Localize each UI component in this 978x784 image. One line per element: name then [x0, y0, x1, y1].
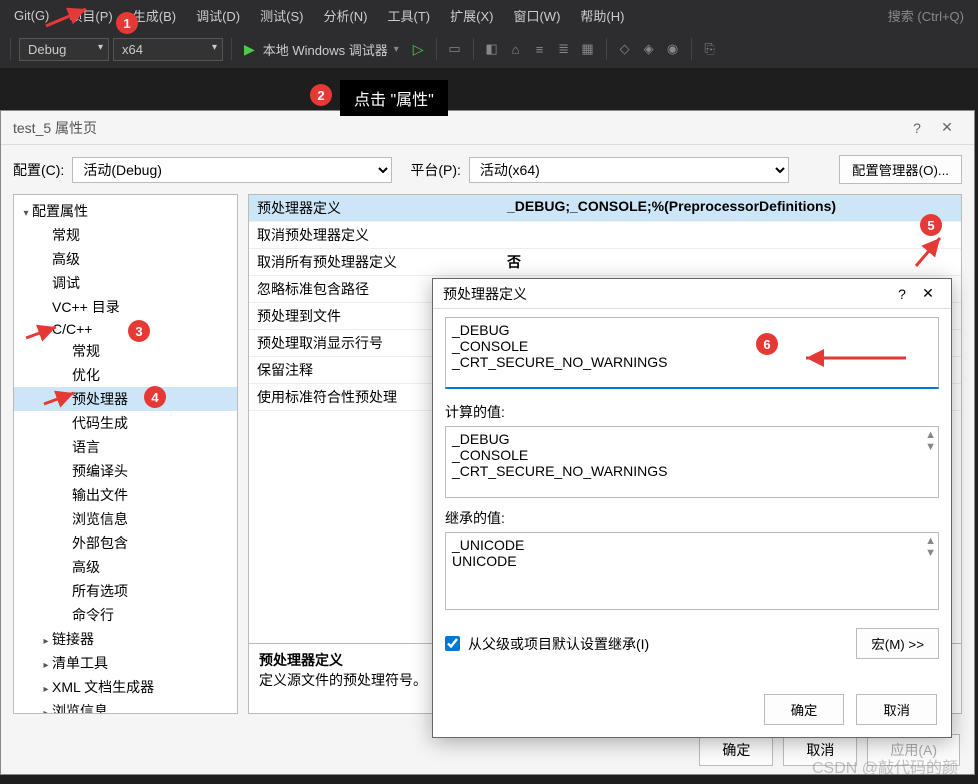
tree-item[interactable]: 外部包含	[14, 531, 237, 555]
tree-item[interactable]: 预编译头	[14, 459, 237, 483]
menubar: Git(G) 项目(P) 生成(B) 调试(D) 测试(S) 分析(N) 工具(…	[0, 0, 978, 30]
macro-button[interactable]: 宏(M) >>	[856, 628, 939, 659]
tree-item[interactable]: 所有选项	[14, 579, 237, 603]
computed-listbox: _DEBUG _CONSOLE _CRT_SECURE_NO_WARNINGS▲…	[445, 426, 939, 498]
tool-icon-9[interactable]: ◉	[663, 39, 683, 59]
tree-item[interactable]: ▸浏览信息	[14, 699, 237, 714]
config-label: 配置(C):	[13, 160, 64, 180]
tree-item[interactable]: 命令行	[14, 603, 237, 627]
tree-item[interactable]: 常规	[14, 223, 237, 247]
tree-item[interactable]: 优化	[14, 363, 237, 387]
tool-icon-8[interactable]: ◈	[639, 39, 659, 59]
grid-row[interactable]: 预处理器定义_DEBUG;_CONSOLE;%(PreprocessorDefi…	[249, 195, 961, 222]
inherit-checkbox[interactable]	[445, 636, 460, 651]
arrow-5	[910, 232, 950, 272]
config-dropdown[interactable]: Debug	[19, 38, 109, 61]
platform-select[interactable]: 活动(x64)	[469, 157, 789, 183]
computed-label: 计算的值:	[445, 402, 939, 422]
inherit-label: 从父级或项目默认设置继承(I)	[468, 634, 649, 654]
editor-help-button[interactable]: ?	[889, 286, 915, 302]
tree-item[interactable]: 高级	[14, 555, 237, 579]
config-manager-button[interactable]: 配置管理器(O)...	[839, 155, 962, 184]
editor-ok-button[interactable]: 确定	[764, 694, 845, 725]
chevron-down-icon[interactable]: ▾	[392, 44, 401, 55]
tree-item[interactable]: 输出文件	[14, 483, 237, 507]
arrow-6	[800, 348, 910, 368]
toolbar: Debug x64 ▶ 本地 Windows 调试器 ▾ ▷ ▭ ◧ ⌂ ≡ ≣…	[0, 30, 978, 68]
tool-icon-5[interactable]: ≣	[554, 39, 574, 59]
tool-icon-4[interactable]: ≡	[530, 39, 550, 59]
marker-2: 2	[310, 84, 332, 106]
tree-item[interactable]: 浏览信息	[14, 507, 237, 531]
menu-help[interactable]: 帮助(H)	[570, 2, 634, 29]
help-button[interactable]: ?	[902, 120, 932, 136]
editor-close-button[interactable]: ✕	[915, 285, 941, 302]
menu-tools[interactable]: 工具(T)	[378, 2, 441, 29]
property-tree[interactable]: ▾配置属性常规高级调试VC++ 目录▾C/C++常规优化预处理器代码生成语言预编…	[13, 194, 238, 714]
tree-item[interactable]: ▸XML 文档生成器	[14, 675, 237, 699]
platform-label: 平台(P):	[410, 160, 461, 180]
tree-item[interactable]: VC++ 目录	[14, 295, 237, 319]
marker-3: 3	[128, 320, 150, 342]
dialog-titlebar: test_5 属性页 ? ✕	[1, 111, 974, 145]
editor-cancel-button[interactable]: 取消	[856, 694, 937, 725]
editor-title: 预处理器定义	[443, 284, 527, 304]
tool-icon-1[interactable]: ▭	[445, 39, 465, 59]
grid-row[interactable]: 取消预处理器定义	[249, 222, 961, 249]
search-input[interactable]: 搜索 (Ctrl+Q)	[878, 4, 974, 27]
marker-4: 4	[144, 386, 166, 408]
play-outline-icon[interactable]: ▷	[409, 41, 428, 58]
menu-debug[interactable]: 调试(D)	[186, 2, 250, 29]
tree-item[interactable]: ▸清单工具	[14, 651, 237, 675]
grid-row[interactable]: 取消所有预处理器定义否	[249, 249, 961, 276]
arrow-4	[42, 388, 82, 408]
tree-item[interactable]: 代码生成	[14, 411, 237, 435]
tree-item[interactable]: ▾配置属性	[14, 199, 237, 223]
tool-icon-3[interactable]: ⌂	[506, 39, 526, 59]
menu-test[interactable]: 测试(S)	[250, 2, 313, 29]
annotation-tooltip: 点击 "属性"	[340, 80, 448, 116]
ok-button[interactable]: 确定	[699, 734, 773, 766]
tree-item[interactable]: 调试	[14, 271, 237, 295]
tool-icon-10[interactable]: ⎘	[700, 39, 720, 59]
inherited-listbox: _UNICODE UNICODE▲▼	[445, 532, 939, 610]
menu-window[interactable]: 窗口(W)	[503, 2, 570, 29]
tree-item[interactable]: ▸链接器	[14, 627, 237, 651]
tool-icon-2[interactable]: ◧	[482, 39, 502, 59]
tree-item[interactable]: 语言	[14, 435, 237, 459]
close-button[interactable]: ✕	[932, 119, 962, 136]
arrow-1	[44, 4, 94, 30]
inherited-label: 继承的值:	[445, 508, 939, 528]
watermark: CSDN @敲代码的颜	[812, 754, 958, 778]
config-row: 配置(C): 活动(Debug) 平台(P): 活动(x64) 配置管理器(O)…	[1, 145, 974, 194]
menu-analyze[interactable]: 分析(N)	[313, 2, 377, 29]
marker-5: 5	[920, 214, 942, 236]
tool-icon-7[interactable]: ◇	[615, 39, 635, 59]
tree-item[interactable]: 高级	[14, 247, 237, 271]
debugger-label[interactable]: 本地 Windows 调试器	[263, 40, 388, 59]
arrow-3	[24, 322, 64, 342]
play-icon[interactable]: ▶	[240, 41, 259, 58]
marker-1: 1	[116, 12, 138, 34]
dialog-title: test_5 属性页	[13, 118, 97, 138]
menu-extensions[interactable]: 扩展(X)	[440, 2, 503, 29]
platform-dropdown[interactable]: x64	[113, 38, 223, 61]
editor-titlebar: 预处理器定义 ? ✕	[433, 279, 951, 309]
editor-dialog: 预处理器定义 ? ✕ 计算的值: _DEBUG _CONSOLE _CRT_SE…	[432, 278, 952, 738]
config-select[interactable]: 活动(Debug)	[72, 157, 392, 183]
tool-icon-6[interactable]: ▦	[578, 39, 598, 59]
tree-item[interactable]: 常规	[14, 339, 237, 363]
marker-6: 6	[756, 333, 778, 355]
